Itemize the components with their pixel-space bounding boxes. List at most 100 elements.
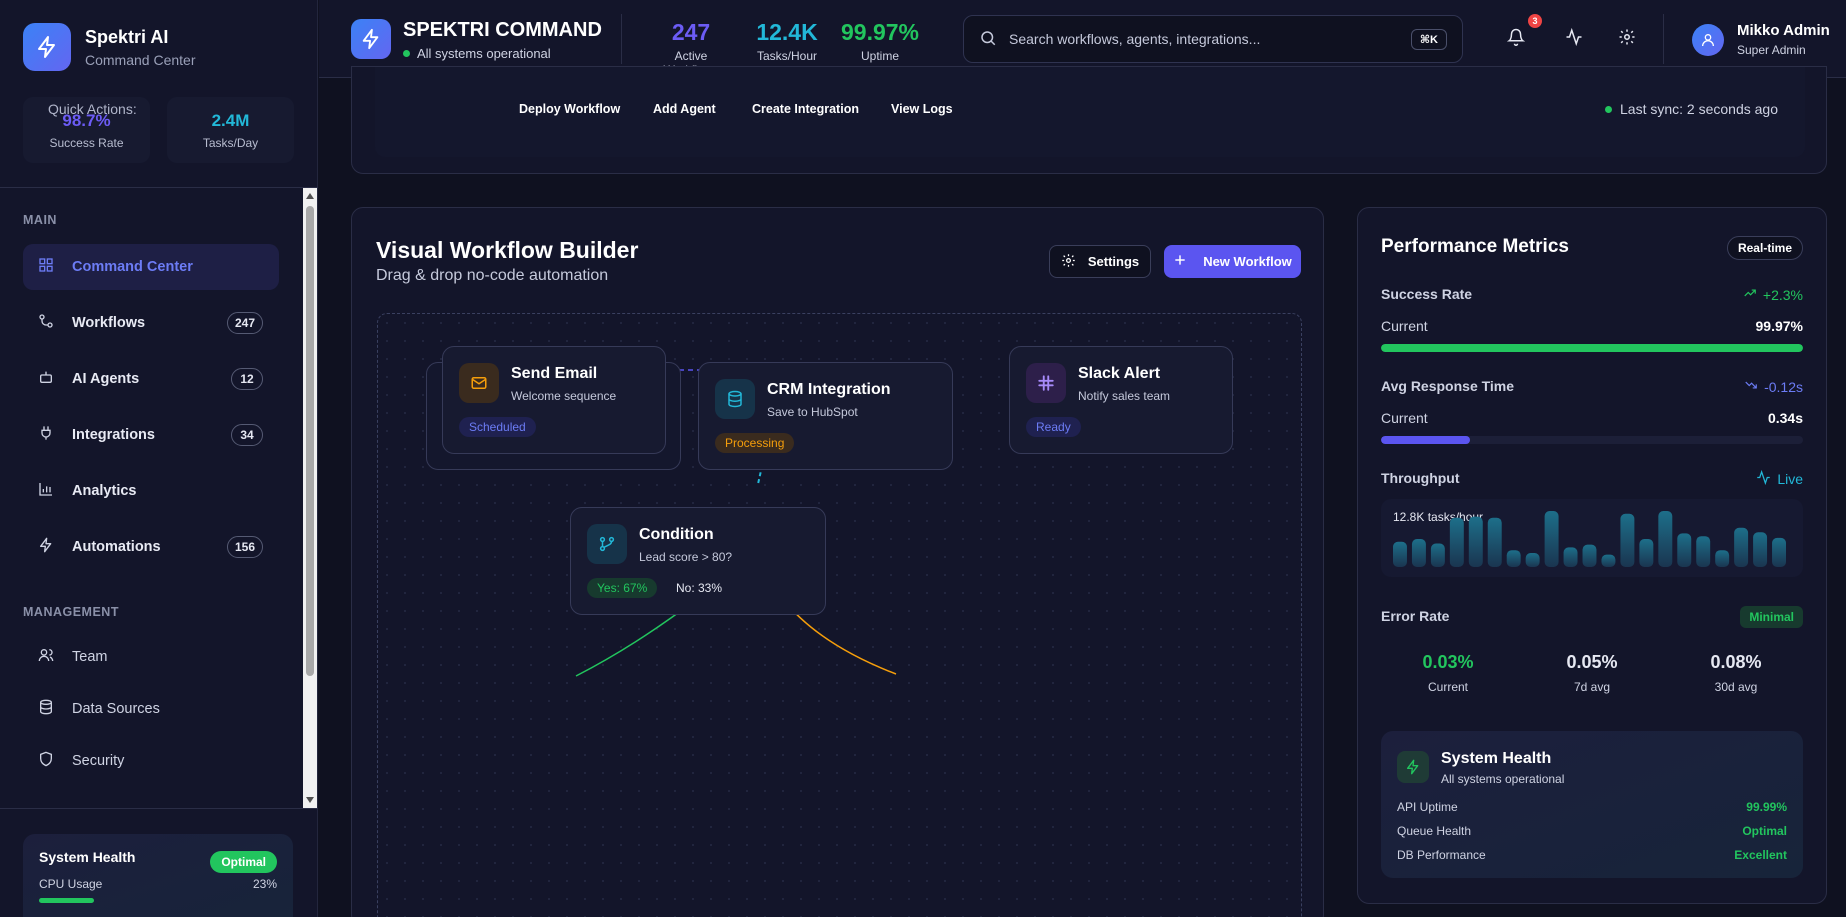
no-branch-badge: No: 33%: [676, 581, 723, 595]
error-30d: 0.08% 30d avg: [1669, 639, 1803, 709]
sidebar-divider: [0, 808, 318, 809]
node-send-email[interactable]: Send Email Welcome sequence Scheduled: [442, 346, 666, 454]
node-subtitle: Lead score > 80?: [639, 550, 733, 564]
live-indicator[interactable]: Live: [1756, 469, 1803, 488]
sidebar: Spektri AI Command Center 98.7% Success …: [0, 0, 318, 917]
success-rate-delta: +2.3%: [1743, 286, 1803, 303]
performance-metrics-panel: Performance Metrics Real-time Success Ra…: [1357, 207, 1827, 904]
error-value: 0.05%: [1566, 652, 1618, 672]
trend-up-icon: [1743, 286, 1757, 303]
gear-icon[interactable]: [1616, 26, 1638, 48]
new-workflow-button[interactable]: New Workflow: [1164, 245, 1301, 278]
node-crm-integration[interactable]: CRM Integration Save to HubSpot Processi…: [698, 362, 953, 470]
sidebar-item-analytics[interactable]: Analytics: [23, 468, 279, 514]
brand[interactable]: Spektri AI Command Center: [23, 23, 196, 71]
error-rate-label: Error Rate: [1381, 608, 1450, 624]
success-rate-fill: [1381, 344, 1803, 352]
error-label: Current: [1427, 680, 1468, 694]
plus-icon: [1173, 253, 1187, 270]
sidebar-item-integrations[interactable]: Integrations 34: [23, 412, 279, 458]
builder-title: Visual Workflow Builder: [376, 237, 639, 263]
status-badge: Scheduled: [459, 417, 536, 437]
bell-icon[interactable]: [1505, 26, 1527, 48]
health-row: Queue Health Optimal: [1397, 824, 1787, 838]
panel-title: Performance Metrics: [1381, 236, 1569, 257]
view-logs-button[interactable]: View Logs: [891, 102, 953, 116]
deploy-workflow-button[interactable]: Deploy Workflow: [519, 102, 620, 116]
count-badge: 34: [231, 424, 263, 446]
sidebar-health-card: System Health Optimal CPU Usage 23%: [23, 834, 293, 917]
node-title: CRM Integration: [767, 381, 891, 398]
count-badge: 12: [231, 368, 263, 390]
throughput-bar: [1753, 532, 1768, 567]
nav-section-main: MAIN: [23, 213, 57, 227]
throughput-bars: [1393, 511, 1786, 567]
sidebar-item-automations[interactable]: Automations 156: [23, 524, 279, 570]
sidebar-item-data-sources[interactable]: Data Sources: [23, 686, 279, 732]
health-row-value: 99.99%: [1746, 800, 1787, 814]
activity-icon[interactable]: [1563, 26, 1585, 48]
node-slack-alert[interactable]: Slack Alert Notify sales team Ready: [1009, 346, 1233, 454]
kpi-uptime: 99.97% Uptime: [837, 19, 923, 63]
sidebar-item-workflows[interactable]: Workflows 247: [23, 300, 279, 346]
sidebar-nav: MAIN Command Center Workflows 247 AI Age…: [0, 188, 318, 808]
users-icon: [38, 647, 54, 667]
stat-label: Tasks/Day: [202, 136, 259, 150]
response-time-label: Avg Response Time: [1381, 378, 1515, 394]
stat-label: Success Rate: [49, 136, 124, 150]
throughput-bar: [1715, 550, 1730, 567]
mail-icon: [459, 363, 499, 403]
throughput-bar: [1393, 541, 1407, 567]
search-input[interactable]: Search workflows, agents, integrations..…: [1009, 31, 1260, 47]
response-time-bar: [1381, 436, 1803, 444]
notification-count-badge: 3: [1528, 14, 1542, 28]
sidebar-item-label: Workflows: [72, 315, 146, 331]
user-name[interactable]: Mikko Admin: [1737, 22, 1830, 39]
sidebar-scrollbar[interactable]: [303, 188, 317, 808]
throughput-bar: [1525, 553, 1540, 567]
avatar[interactable]: [1692, 24, 1724, 56]
nav-section-management: MANAGEMENT: [23, 605, 119, 619]
health-row: API Uptime 99.99%: [1397, 800, 1787, 814]
brand-subtitle: Command Center: [85, 51, 196, 68]
lightning-logo-icon: [23, 23, 71, 71]
sidebar-item-security[interactable]: Security: [23, 738, 279, 784]
grid-icon: [38, 257, 54, 277]
throughput-bar: [1696, 536, 1711, 567]
sidebar-item-label: Automations: [72, 539, 161, 555]
sidebar-item-command-center[interactable]: Command Center: [23, 244, 279, 290]
quick-actions-label: Quick Actions:: [48, 101, 137, 117]
workflow-icon: [38, 313, 54, 333]
sidebar-item-team[interactable]: Team: [23, 634, 279, 680]
scroll-up-arrow-icon[interactable]: [306, 193, 314, 199]
sidebar-item-label: Data Sources: [72, 701, 160, 717]
add-agent-button[interactable]: Add Agent: [653, 102, 716, 116]
scroll-down-arrow-icon[interactable]: [306, 797, 314, 803]
divider: [621, 14, 622, 64]
sidebar-item-ai-agents[interactable]: AI Agents 12: [23, 356, 279, 402]
status-dot-icon: [1605, 105, 1612, 113]
workflow-canvas[interactable]: Send Email Welcome sequence Scheduled CR…: [377, 313, 1302, 917]
throughput-bar: [1658, 511, 1673, 567]
create-integration-button[interactable]: Create Integration: [752, 102, 859, 116]
search-shortcut: ⌘K: [1410, 29, 1447, 50]
settings-button[interactable]: Settings: [1049, 245, 1151, 278]
database-icon: [38, 699, 54, 719]
kpi-value: 12.4K: [756, 19, 818, 45]
search-bar[interactable]: Search workflows, agents, integrations..…: [963, 15, 1463, 63]
plug-icon: [38, 425, 54, 445]
sidebar-item-label: AI Agents: [72, 371, 140, 387]
lightning-logo-icon: [351, 19, 391, 59]
throughput-bar: [1639, 539, 1654, 567]
sidebar-item-label: Team: [72, 649, 108, 665]
throughput-label: Throughput: [1381, 470, 1460, 486]
bolt-icon: [1397, 751, 1429, 783]
realtime-badge: Real-time: [1726, 236, 1803, 260]
health-row-label: Queue Health: [1397, 824, 1472, 838]
cpu-progress-bar: [39, 898, 95, 903]
bolt-icon: [38, 537, 54, 557]
page-title: SPEKTRI COMMAND: [403, 19, 602, 41]
node-condition[interactable]: Condition Lead score > 80? Yes: 67% No: …: [570, 507, 826, 615]
current-label: Current: [1381, 318, 1428, 334]
scrollbar-thumb[interactable]: [306, 206, 314, 676]
